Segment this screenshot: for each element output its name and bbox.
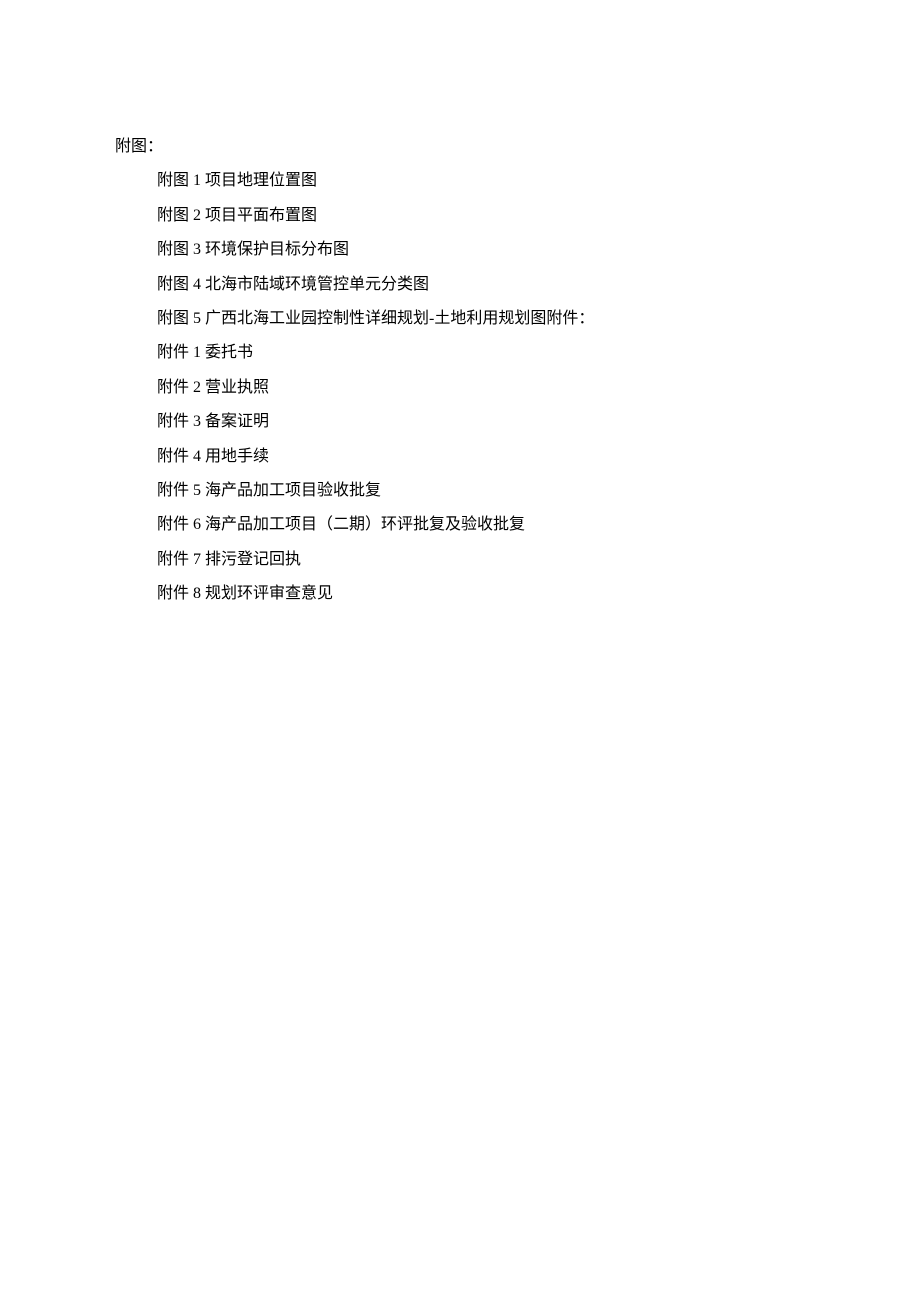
figures-section-header: 附图： [115,130,805,164]
figure-item: 附图 5 广西北海工业园控制性详细规划-土地利用规划图附件： [115,302,805,336]
attachment-item: 附件 2 营业执照 [115,371,805,405]
attachment-item: 附件 6 海产品加工项目（二期）环评批复及验收批复 [115,508,805,542]
attachment-item: 附件 4 用地手续 [115,440,805,474]
attachment-item: 附件 8 规划环评审查意见 [115,577,805,611]
attachment-item: 附件 1 委托书 [115,336,805,370]
figure-item: 附图 1 项目地理位置图 [115,164,805,198]
attachment-item: 附件 3 备案证明 [115,405,805,439]
figure-item: 附图 2 项目平面布置图 [115,199,805,233]
figure-item: 附图 4 北海市陆域环境管控单元分类图 [115,268,805,302]
attachment-item: 附件 7 排污登记回执 [115,543,805,577]
attachment-item: 附件 5 海产品加工项目验收批复 [115,474,805,508]
figure-item: 附图 3 环境保护目标分布图 [115,233,805,267]
